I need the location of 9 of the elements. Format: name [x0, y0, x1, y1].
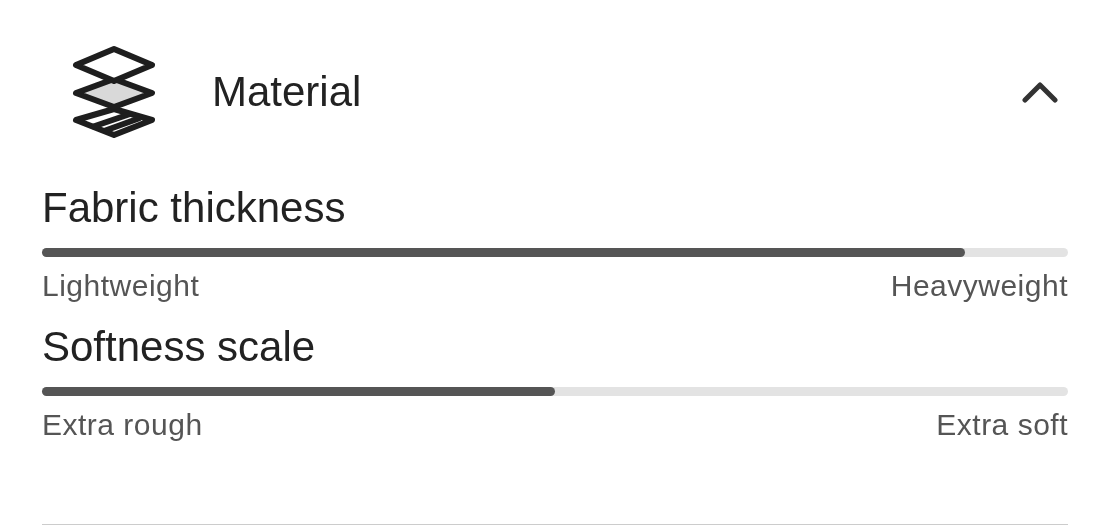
max-label: Heavyweight — [890, 269, 1068, 303]
layers-icon — [72, 45, 156, 139]
min-label: Extra rough — [42, 408, 203, 442]
section-title: Material — [212, 68, 363, 116]
scale-label: Fabric thickness — [42, 184, 347, 232]
scale-label: Softness scale — [42, 323, 317, 371]
min-label: Lightweight — [42, 269, 200, 303]
chevron-icon — [1022, 81, 1058, 103]
max-label: Extra soft — [936, 408, 1068, 442]
